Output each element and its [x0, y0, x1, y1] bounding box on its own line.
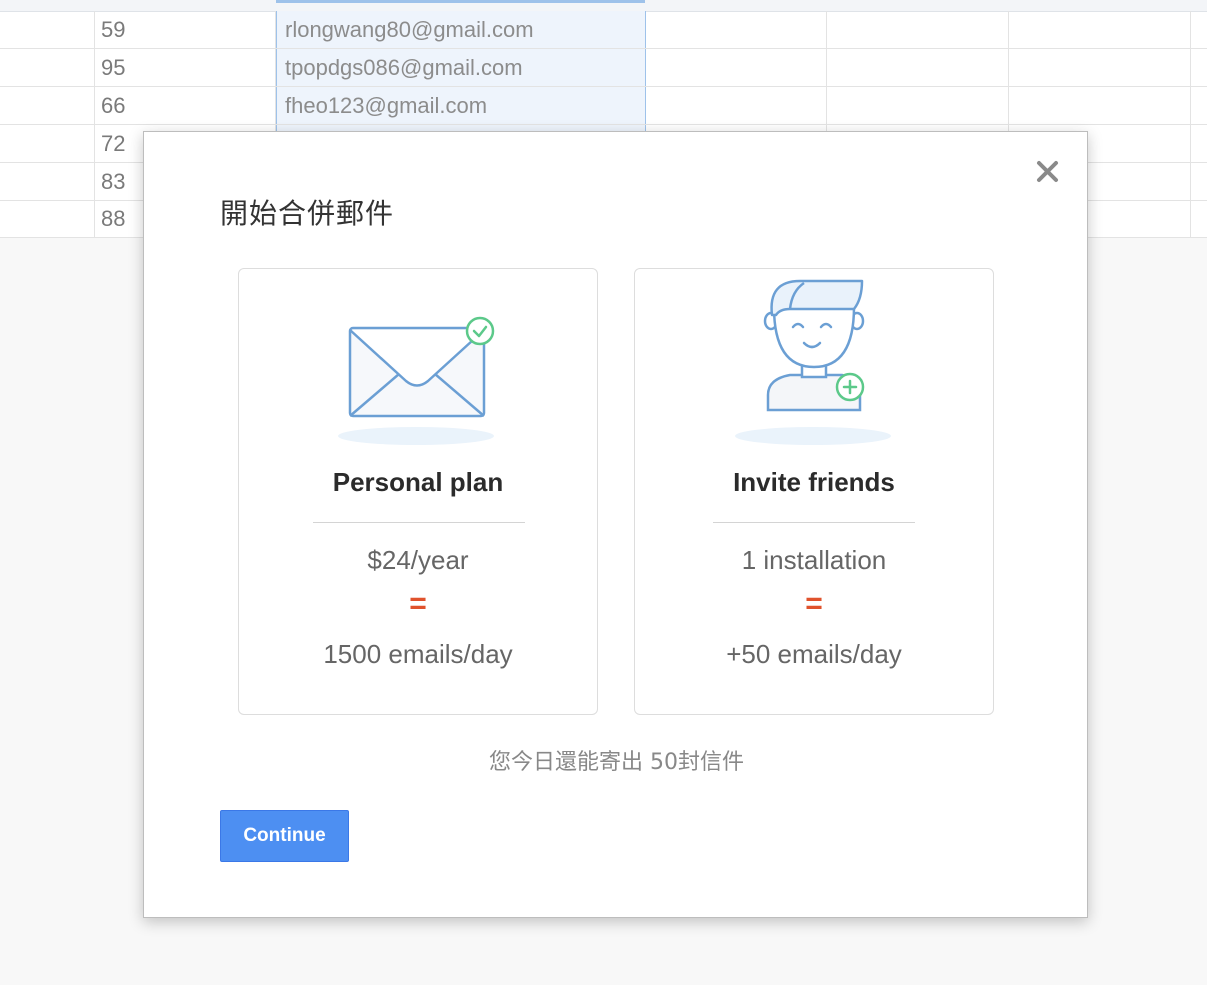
invite-friends-card[interactable]: Invite friends 1 installation = +50 emai…	[634, 268, 994, 715]
cell[interactable]	[1009, 49, 1191, 86]
cell[interactable]	[0, 87, 95, 124]
cell-email[interactable]: fheo123@gmail.com	[276, 87, 646, 124]
cell-email[interactable]: tpopdgs086@gmail.com	[276, 49, 646, 86]
invite-quota: +50 emails/day	[726, 639, 902, 669]
invite-installations: 1 installation	[741, 545, 887, 575]
table-row[interactable]: 59 rlongwang80@gmail.com	[0, 11, 1207, 49]
cell[interactable]	[827, 11, 1009, 48]
equals-sign: =	[805, 587, 823, 620]
cell[interactable]	[1191, 163, 1207, 200]
cell[interactable]	[646, 11, 827, 48]
divider	[313, 522, 525, 523]
person-add-icon	[735, 279, 891, 445]
cell[interactable]	[1191, 11, 1207, 48]
cell[interactable]	[0, 200, 95, 237]
cell[interactable]	[0, 11, 95, 48]
cell[interactable]	[1191, 49, 1207, 86]
close-icon[interactable]	[1034, 158, 1062, 186]
table-row[interactable]: 66 fheo123@gmail.com	[0, 87, 1207, 125]
divider	[713, 522, 915, 523]
cell[interactable]	[1191, 87, 1207, 124]
cell[interactable]	[0, 125, 95, 162]
cell[interactable]	[646, 49, 827, 86]
cell-number[interactable]: 66	[95, 87, 276, 124]
cell[interactable]	[0, 163, 95, 200]
cell-email[interactable]: rlongwang80@gmail.com	[276, 11, 646, 48]
card-heading: Personal plan	[332, 467, 504, 497]
cell[interactable]	[827, 49, 1009, 86]
cell[interactable]	[1191, 125, 1207, 162]
close-button[interactable]	[1034, 158, 1062, 186]
dialog-title: 開始合併郵件	[220, 197, 395, 230]
card-heading: Invite friends	[733, 467, 895, 497]
equals-sign: =	[409, 587, 427, 620]
cell[interactable]	[1191, 200, 1207, 237]
envelope-check-icon	[338, 316, 495, 445]
plan-price: $24/year	[367, 545, 469, 575]
cell[interactable]	[0, 49, 95, 86]
cell[interactable]	[1009, 87, 1191, 124]
table-row[interactable]: 95 tpopdgs086@gmail.com	[0, 49, 1207, 87]
cell[interactable]	[1009, 11, 1191, 48]
mail-merge-dialog: 開始合併郵件 Personal plan $24/year = 1500 ema…	[143, 131, 1088, 918]
personal-plan-card[interactable]: Personal plan $24/year = 1500 emails/day	[238, 268, 598, 715]
remaining-emails-text: 您今日還能寄出 50封信件	[489, 750, 744, 775]
continue-button[interactable]: Continue	[220, 810, 349, 862]
cell-number[interactable]: 59	[95, 11, 276, 48]
plan-quota: 1500 emails/day	[323, 639, 513, 669]
selection-top-edge	[276, 0, 645, 3]
cell[interactable]	[827, 87, 1009, 124]
cell[interactable]	[646, 87, 827, 124]
cell-number[interactable]: 95	[95, 49, 276, 86]
